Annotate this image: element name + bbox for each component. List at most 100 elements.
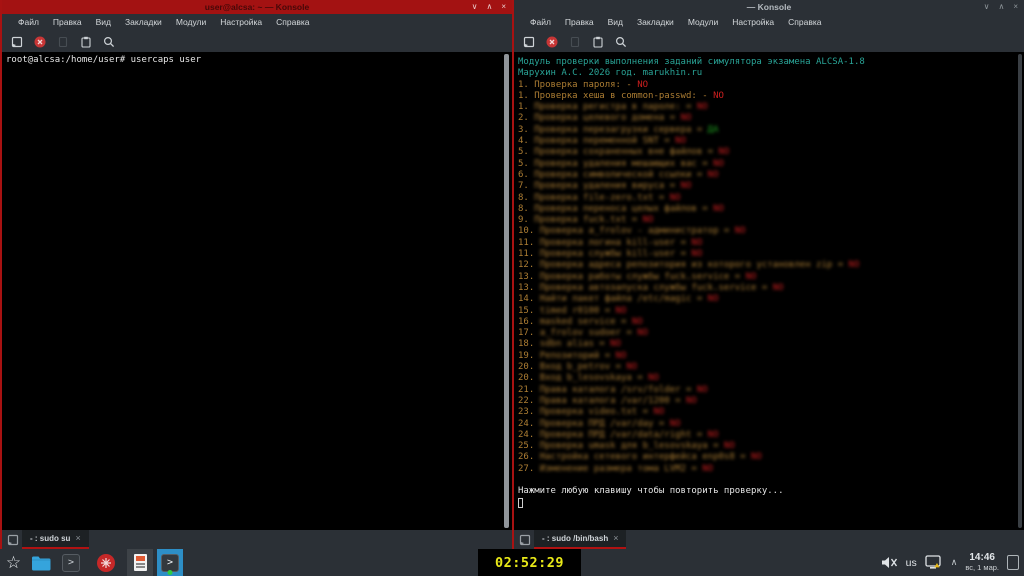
terminal-line: 21. Права каталога /srv/folder = NO: [518, 385, 1024, 396]
right-titlebar[interactable]: — Konsole ∨ ∧ ×: [514, 0, 1024, 14]
minimize-icon[interactable]: ∨: [984, 0, 990, 14]
terminal-line: 11. Проверка логина kill-user = NO: [518, 238, 1024, 249]
new-tab-icon[interactable]: [516, 530, 534, 549]
clipboard-icon[interactable]: [591, 35, 604, 48]
terminal-line: 24. Проверка ПРД /var/day = NO: [518, 419, 1024, 430]
terminal-line: 10. Проверка a_frolov - администратор = …: [518, 226, 1024, 237]
terminal-line: 26. Настройка сетевого интерфейса enp0s8…: [518, 452, 1024, 463]
terminal-line: 4. Проверка переменной SNT = NO: [518, 136, 1024, 147]
left-tabbar: - : sudo su ×: [2, 530, 512, 549]
terminal-line: 17. a_frolov sudoer = NO: [518, 328, 1024, 339]
maximize-icon[interactable]: ∧: [998, 0, 1004, 14]
stop-session-icon[interactable]: [545, 35, 558, 48]
menu-item[interactable]: Закладки: [118, 14, 169, 31]
document-icon: [134, 554, 147, 571]
close-icon[interactable]: ×: [1013, 0, 1018, 14]
menu-item[interactable]: Файл: [11, 14, 46, 31]
new-tab-icon[interactable]: [522, 35, 535, 48]
menu-item[interactable]: Вид: [601, 14, 630, 31]
menu-item[interactable]: Файл: [523, 14, 558, 31]
terminal-line: 24. Проверка ПРД /var/data/right = NO: [518, 430, 1024, 441]
terminal-line: 13. Проверка автозапуска службы fuck.ser…: [518, 283, 1024, 294]
terminal-line: [518, 498, 1024, 509]
display-tray-icon[interactable]: [925, 555, 943, 570]
volume-muted-icon[interactable]: [881, 555, 898, 570]
stop-session-icon[interactable]: [33, 35, 46, 48]
right-menubar: ФайлПравкаВидЗакладкиМодулиНастройкаСпра…: [514, 14, 1024, 31]
tab-close-icon[interactable]: ×: [613, 534, 618, 543]
left-terminal[interactable]: root@alcsa:/home/user# usercaps user: [2, 52, 512, 530]
right-session-tab[interactable]: - : sudo /bin/bash ×: [534, 530, 626, 549]
terminal-line: 3. Проверка перезагрузки сервера = ДА: [518, 125, 1024, 136]
menu-item[interactable]: Настройка: [213, 14, 269, 31]
terminal-line: 22. Права каталога /var/1200 = NO: [518, 396, 1024, 407]
right-terminal-scrollbar[interactable]: [1018, 54, 1022, 528]
terminal-line: 27. Изменение размера тома LVM2 = NO: [518, 464, 1024, 475]
terminal-line: [518, 475, 1024, 486]
left-toolbar: [2, 31, 512, 52]
terminal-line: 5. Проверка сохраненных вне файлов = NO: [518, 147, 1024, 158]
menu-item[interactable]: Справка: [269, 14, 316, 31]
terminal-line: Марухин А.С. 2026 год. marukhin.ru: [518, 68, 1024, 79]
timer-value: 02:52:29: [495, 555, 564, 571]
terminal-line: 1. Проверка пароля: - NO: [518, 80, 1024, 91]
new-tab-icon[interactable]: [10, 35, 23, 48]
left-titlebar[interactable]: user@alcsa: ~ — Konsole ∨ ∧ ×: [2, 0, 512, 14]
terminal-line: 25. Проверка umask для b_lesovskaya = NO: [518, 441, 1024, 452]
terminal-line: 13. Проверка работы службы fuck.service …: [518, 272, 1024, 283]
terminal-line: 20. Вход b_lesovskaya = NO: [518, 373, 1024, 384]
red-app-icon[interactable]: [92, 549, 119, 576]
left-menubar: ФайлПравкаВидЗакладкиМодулиНастройкаСпра…: [2, 14, 512, 31]
terminal-line: 15. timed r0100 = NO: [518, 306, 1024, 317]
terminal-line: 12. Проверка адреса репозитория из котор…: [518, 260, 1024, 271]
search-icon[interactable]: [102, 35, 115, 48]
file-manager-icon[interactable]: [27, 549, 54, 576]
terminal-line: 11. Проверка службы kill-user = NO: [518, 249, 1024, 260]
tab-label: - : sudo su: [30, 534, 70, 543]
task-konsole-active[interactable]: >: [157, 549, 183, 576]
terminal-cursor: [518, 498, 523, 508]
menu-item[interactable]: Правка: [558, 14, 601, 31]
terminal-line: 5. Проверка удаления мешающих вас = NO: [518, 159, 1024, 170]
maximize-icon[interactable]: ∧: [486, 0, 492, 14]
show-desktop-button[interactable]: [1007, 555, 1019, 570]
menu-item[interactable]: Модули: [169, 14, 213, 31]
right-toolbar: [514, 31, 1024, 52]
keyboard-layout-indicator[interactable]: us: [906, 557, 917, 569]
clock-widget[interactable]: 14:46 вс, 1 мар.: [965, 553, 999, 571]
menu-item[interactable]: Правка: [46, 14, 89, 31]
konsole-window-left: user@alcsa: ~ — Konsole ∨ ∧ × ФайлПравка…: [0, 0, 512, 549]
menu-item[interactable]: Модули: [681, 14, 725, 31]
close-icon[interactable]: ×: [501, 0, 506, 14]
menu-item[interactable]: Справка: [781, 14, 828, 31]
tab-close-icon[interactable]: ×: [75, 534, 80, 543]
konsole-launcher-icon[interactable]: >: [58, 549, 84, 576]
terminal-line: Нажмите любую клавишу чтобы повторить пр…: [518, 486, 1024, 497]
tab-label: - : sudo /bin/bash: [542, 534, 608, 543]
menu-item[interactable]: Закладки: [630, 14, 681, 31]
clipboard-icon[interactable]: [79, 35, 92, 48]
right-window-title: — Konsole: [747, 2, 791, 12]
minimize-icon[interactable]: ∨: [472, 0, 478, 14]
right-terminal-lines: Модуль проверки выполнения заданий симул…: [514, 52, 1024, 509]
task-document-app[interactable]: [127, 549, 153, 576]
terminal-line: 23. Проверка video.txt = NO: [518, 407, 1024, 418]
terminal-line: 16. masked service = NO: [518, 317, 1024, 328]
terminal-line: 1. Проверка регистра в пароле: = NO: [518, 102, 1024, 113]
terminal-line: 8. Проверка file-zero.txt = NO: [518, 193, 1024, 204]
left-terminal-scrollbar[interactable]: [504, 54, 509, 528]
menu-item[interactable]: Настройка: [725, 14, 781, 31]
right-tabbar: - : sudo /bin/bash ×: [514, 530, 1024, 549]
terminal-line: 1. Проверка хеша в common-passwd: - NO: [518, 91, 1024, 102]
new-tab-icon[interactable]: [4, 530, 22, 549]
desktop: user@alcsa: ~ — Konsole ∨ ∧ × ФайлПравка…: [0, 0, 1024, 576]
right-terminal[interactable]: Модуль проверки выполнения заданий симул…: [514, 52, 1024, 530]
app-launcher-star-icon[interactable]: ☆: [0, 549, 27, 576]
left-session-tab[interactable]: - : sudo su ×: [22, 530, 89, 549]
search-icon[interactable]: [614, 35, 627, 48]
konsole-window-right: — Konsole ∨ ∧ × ФайлПравкаВидЗакладкиМод…: [512, 0, 1024, 549]
menu-item[interactable]: Вид: [89, 14, 118, 31]
exam-timer: 02:52:29: [478, 549, 581, 576]
tray-expand-icon[interactable]: ∧: [951, 557, 958, 568]
terminal-line: 8. Проверка переноса целых файлов = NO: [518, 204, 1024, 215]
